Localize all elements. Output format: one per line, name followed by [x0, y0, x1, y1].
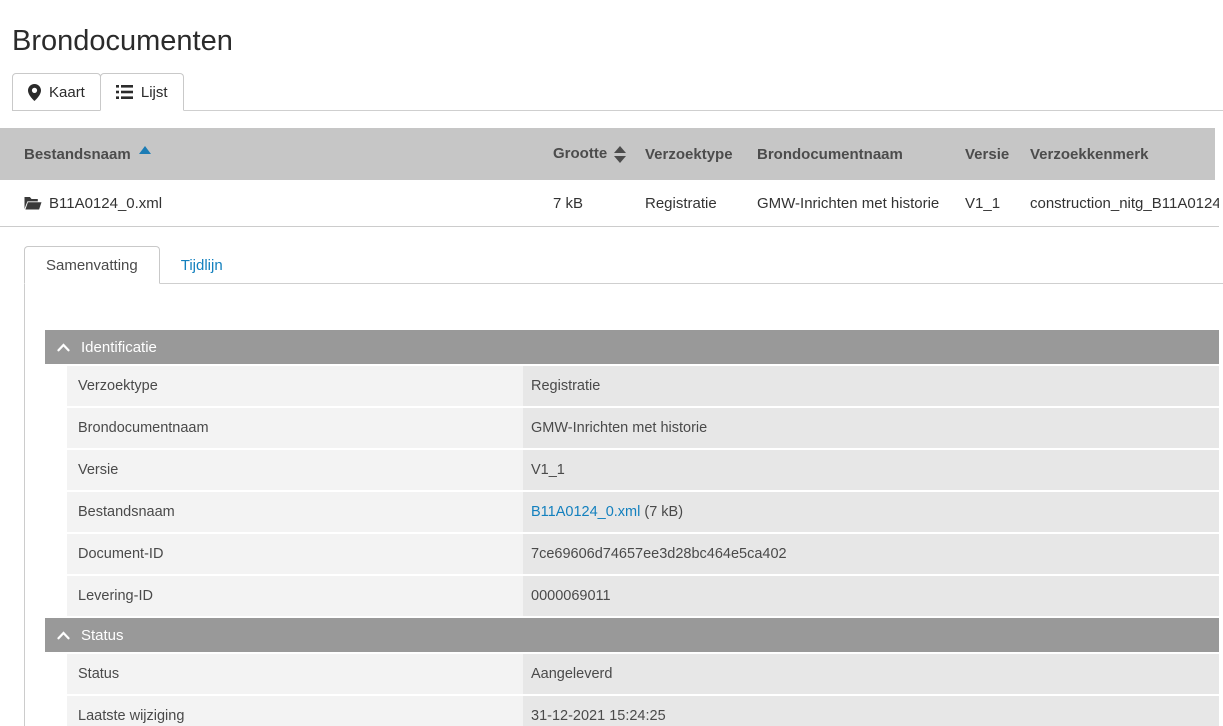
- column-header-verzoekkenmerk: Verzoekkenmerk: [1030, 146, 1215, 163]
- tab-lijst[interactable]: Lijst: [100, 73, 184, 111]
- chevron-up-icon: [57, 631, 70, 640]
- detail-row-levering-id: Levering-ID 0000069011: [67, 576, 1219, 616]
- detail-row-status: Status Aangeleverd: [67, 654, 1219, 694]
- section-title: Status: [81, 627, 124, 644]
- column-header-versie: Versie: [965, 146, 1030, 163]
- file-download-link[interactable]: B11A0124_0.xml: [531, 504, 640, 520]
- map-pin-icon: [28, 84, 41, 101]
- column-header-brondocumentnaam: Brondocumentnaam: [757, 146, 965, 163]
- detail-row-bestandsnaam: Bestandsnaam B11A0124_0.xml (7 kB): [67, 492, 1219, 532]
- brondocumenten-page: Brondocumenten Kaart Lijst Bestandsnaam …: [0, 0, 1223, 726]
- tab-kaart-label: Kaart: [49, 84, 85, 101]
- view-tab-bar: Kaart Lijst: [12, 72, 1223, 111]
- detail-row-laatste-wijziging: Laatste wijziging 31-12-2021 15:24:25: [67, 696, 1219, 726]
- tab-tijdlijn[interactable]: Tijdlijn: [160, 246, 244, 284]
- tab-lijst-label: Lijst: [141, 84, 168, 101]
- column-header-grootte[interactable]: Grootte: [553, 145, 645, 163]
- status-rows: Status Aangeleverd Laatste wijziging 31-…: [67, 654, 1219, 726]
- cell-verzoektype: Registratie: [645, 195, 757, 212]
- tab-kaart[interactable]: Kaart: [12, 73, 101, 111]
- detail-row-verzoektype: Verzoektype Registratie: [67, 366, 1219, 406]
- section-title: Identificatie: [81, 339, 157, 356]
- tab-samenvatting[interactable]: Samenvatting: [24, 246, 160, 284]
- detail-tab-bar: Samenvatting Tijdlijn: [24, 245, 1223, 284]
- table-row[interactable]: B11A0124_0.xml 7 kB Registratie GMW-Inri…: [0, 180, 1219, 227]
- samenvatting-panel: Identificatie Verzoektype Registratie Br…: [24, 284, 1223, 726]
- chevron-up-icon: [57, 343, 70, 352]
- cell-grootte: 7 kB: [553, 195, 645, 212]
- list-icon: [116, 85, 133, 99]
- file-size-suffix: (7 kB): [640, 504, 683, 520]
- section-header-identificatie[interactable]: Identificatie: [45, 330, 1219, 364]
- open-folder-icon: [24, 196, 42, 210]
- detail-row-versie: Versie V1_1: [67, 450, 1219, 490]
- cell-versie: V1_1: [965, 195, 1030, 212]
- section-header-status[interactable]: Status: [45, 618, 1219, 652]
- detail-row-brondocumentnaam: Brondocumentnaam GMW-Inrichten met histo…: [67, 408, 1219, 448]
- sort-both-icon: [614, 146, 626, 163]
- sort-ascending-icon: [139, 146, 151, 154]
- page-title: Brondocumenten: [12, 25, 1223, 57]
- cell-brondocumentnaam: GMW-Inrichten met historie: [757, 195, 965, 212]
- table-header-row: Bestandsnaam Grootte Verzoektype Brondoc…: [0, 128, 1215, 180]
- cell-bestandsnaam: B11A0124_0.xml: [0, 195, 553, 212]
- detail-row-document-id: Document-ID 7ce69606d74657ee3d28bc464e5c…: [67, 534, 1219, 574]
- column-header-bestandsnaam[interactable]: Bestandsnaam: [0, 146, 553, 163]
- column-header-verzoektype: Verzoektype: [645, 146, 757, 163]
- cell-verzoekkenmerk: construction_nitg_B11A0124: [1030, 195, 1219, 212]
- identificatie-rows: Verzoektype Registratie Brondocumentnaam…: [67, 366, 1219, 616]
